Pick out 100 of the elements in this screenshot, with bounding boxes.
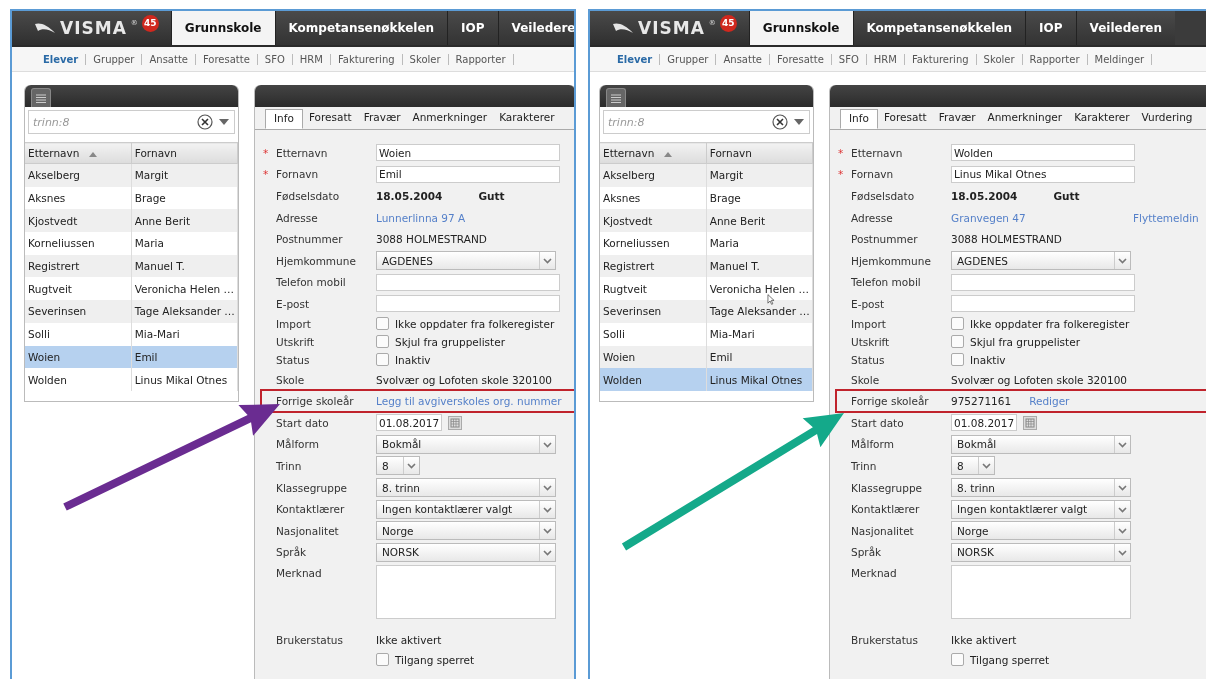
table-cell[interactable]: Solli	[600, 322, 707, 346]
address-link[interactable]: Granvegen 47	[951, 211, 1127, 224]
calendar-icon[interactable]	[1023, 415, 1037, 430]
select-dropdown[interactable]: Ingen kontaktlærer valgt	[376, 499, 556, 519]
menu-icon[interactable]	[31, 88, 51, 107]
chevron-down-icon[interactable]	[978, 457, 994, 475]
text-input[interactable]	[376, 273, 560, 291]
dropdown-caret-icon[interactable]	[219, 119, 229, 125]
tab[interactable]: Foresatt	[877, 109, 933, 129]
table-cell[interactable]: Registrert	[25, 254, 132, 278]
nav-link[interactable]: Ansatte	[142, 53, 196, 65]
select-dropdown[interactable]: 8. trinn	[376, 478, 556, 497]
select-dropdown[interactable]: 8	[376, 456, 420, 476]
nav-link[interactable]: Skoler	[976, 53, 1023, 65]
table-cell[interactable]: Manuel T.	[706, 254, 813, 278]
nav-link[interactable]: Meldinger	[1087, 53, 1153, 65]
select-dropdown[interactable]: Norge	[951, 521, 1131, 541]
text-input[interactable]: Linus Mikal Otnes	[951, 165, 1135, 183]
nav-link[interactable]: Foresatte	[769, 53, 832, 65]
select-dropdown[interactable]: Ingen kontaktlærer valgt	[951, 499, 1131, 519]
select-dropdown[interactable]: NORSK	[951, 542, 1131, 562]
clear-icon[interactable]	[772, 114, 788, 130]
tab[interactable]: Karakterer	[493, 109, 561, 129]
table-cell[interactable]: Mia-Mari	[706, 322, 813, 346]
table-cell[interactable]: Woien	[600, 345, 707, 369]
table-cell[interactable]: Solli	[25, 322, 132, 346]
date-input[interactable]: 01.08.2017	[951, 414, 1017, 432]
address-link[interactable]: Legg til avgiverskoles org. nummer	[376, 395, 562, 408]
module-tab[interactable]: Kompetansenøkkelen	[852, 11, 1026, 45]
move-notice-link[interactable]: Flyttemeldin	[1133, 211, 1199, 224]
nav-link[interactable]: Elever	[610, 53, 661, 65]
column-header[interactable]: Fornavn	[131, 142, 238, 164]
tab[interactable]: Fravær	[932, 109, 982, 129]
chevron-down-icon[interactable]	[539, 252, 555, 270]
select-dropdown[interactable]: 8. trinn	[951, 478, 1131, 497]
select-dropdown[interactable]: Norge	[376, 521, 556, 541]
nav-link[interactable]: Fakturering	[330, 53, 403, 65]
nav-link[interactable]: Ansatte	[716, 53, 770, 65]
text-input[interactable]: Wolden	[951, 144, 1135, 162]
checkbox[interactable]	[376, 335, 389, 349]
select-dropdown[interactable]: 8	[951, 456, 995, 476]
table-cell[interactable]: Mia-Mari	[131, 322, 238, 346]
table-cell[interactable]: Registrert	[600, 254, 707, 278]
table-cell[interactable]: Kjostvedt	[600, 209, 707, 233]
text-input[interactable]	[951, 273, 1135, 291]
table-cell[interactable]: Akselberg	[600, 163, 707, 187]
chevron-down-icon[interactable]	[1114, 252, 1130, 270]
tab[interactable]: Info	[840, 109, 878, 129]
checkbox[interactable]	[951, 653, 964, 667]
chevron-down-icon[interactable]	[539, 543, 555, 561]
nav-link[interactable]: Rapporter	[1022, 53, 1088, 65]
nav-link[interactable]: HRM	[866, 53, 905, 65]
table-cell[interactable]: Maria	[706, 232, 813, 255]
column-header[interactable]: Etternavn	[600, 142, 707, 164]
menu-icon[interactable]	[606, 88, 626, 107]
table-cell[interactable]: Wolden	[25, 368, 132, 391]
module-tab[interactable]: Grunnskole	[748, 11, 853, 45]
checkbox[interactable]	[951, 335, 964, 349]
table-cell[interactable]: Anne Berit	[706, 209, 813, 233]
table-cell[interactable]: Korneliussen	[25, 232, 132, 255]
address-link[interactable]: Lunnerlinna 97 A	[376, 211, 466, 224]
module-tab[interactable]: Grunnskole	[170, 11, 275, 45]
table-cell[interactable]: Emil	[706, 345, 813, 369]
table-cell[interactable]: Linus Mikal Otnes	[706, 368, 813, 391]
nav-link[interactable]: Grupper	[86, 53, 143, 65]
table-cell[interactable]: Margit	[706, 163, 813, 187]
table-cell[interactable]: Akselberg	[25, 163, 132, 187]
tab[interactable]: Fravær	[357, 109, 407, 129]
chevron-down-icon[interactable]	[1114, 522, 1130, 540]
text-input[interactable]: Emil	[376, 165, 560, 183]
chevron-down-icon[interactable]	[539, 435, 555, 453]
nav-link[interactable]: Grupper	[660, 53, 717, 65]
table-cell[interactable]: Severinsen	[25, 300, 132, 323]
select-dropdown[interactable]: AGDENES	[951, 251, 1131, 271]
nav-link[interactable]: Fakturering	[904, 53, 977, 65]
table-cell[interactable]: Anne Berit	[131, 209, 238, 233]
checkbox[interactable]	[376, 317, 389, 331]
select-dropdown[interactable]: AGDENES	[376, 251, 556, 271]
table-cell[interactable]: Tage Aleksander …	[131, 300, 238, 323]
select-dropdown[interactable]: NORSK	[376, 542, 556, 562]
calendar-icon[interactable]	[448, 415, 462, 430]
nav-link[interactable]: SFO	[831, 53, 867, 65]
module-tab[interactable]: IOP	[447, 11, 498, 45]
table-cell[interactable]: Korneliussen	[600, 232, 707, 255]
nav-link[interactable]: Rapporter	[448, 53, 514, 65]
tab[interactable]: Vurdering	[1135, 109, 1199, 129]
dropdown-caret-icon[interactable]	[794, 119, 804, 125]
tab[interactable]: Anmerkninger	[981, 109, 1069, 129]
module-tab[interactable]: Veiledere	[497, 11, 574, 45]
checkbox[interactable]	[376, 353, 389, 367]
chevron-down-icon[interactable]	[1114, 479, 1130, 496]
select-dropdown[interactable]: Bokmål	[951, 434, 1131, 454]
table-cell[interactable]: Woien	[25, 345, 132, 369]
chevron-down-icon[interactable]	[403, 457, 419, 475]
table-cell[interactable]: Maria	[131, 232, 238, 255]
module-tab[interactable]: IOP	[1025, 11, 1076, 45]
text-input[interactable]	[951, 295, 1135, 313]
clear-icon[interactable]	[197, 114, 213, 130]
nav-link[interactable]: HRM	[292, 53, 331, 65]
nav-link[interactable]: Foresatte	[195, 53, 258, 65]
